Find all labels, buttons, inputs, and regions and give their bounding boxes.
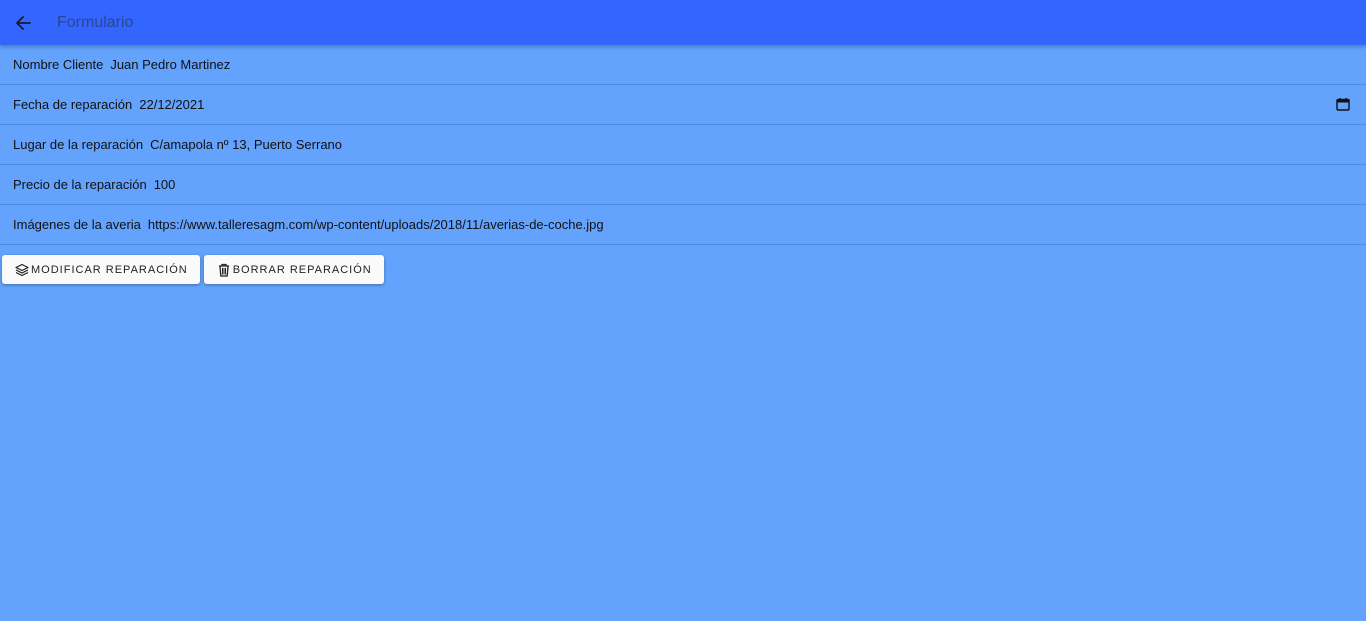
field-row-fecha-reparacion: Fecha de reparación [0,85,1366,125]
field-label-precio-reparacion: Precio de la reparación [13,177,147,192]
field-label-lugar-reparacion: Lugar de la reparación [13,137,144,152]
action-buttons: MODIFICAR REPARACIÓN BORRAR REPARACIÓN [2,255,1366,284]
trash-icon [218,263,229,277]
field-label-nombre-cliente: Nombre Cliente [13,57,104,72]
fecha-reparacion-input[interactable] [139,97,1366,112]
field-label-fecha-reparacion: Fecha de reparación [13,97,133,112]
nombre-cliente-input[interactable] [110,57,1366,72]
precio-reparacion-input[interactable] [153,177,1366,192]
modify-repair-label: MODIFICAR REPARACIÓN [31,263,188,276]
field-row-precio-reparacion: Precio de la reparación [0,165,1366,205]
arrow-back-icon [16,15,31,30]
page-title: Formulario [57,13,134,31]
layers-icon [15,263,29,276]
field-row-lugar-reparacion: Lugar de la reparación [0,125,1366,165]
field-label-imagenes-averia: Imágenes de la averia [13,217,141,232]
back-button[interactable] [13,13,33,33]
delete-repair-label: BORRAR REPARACIÓN [232,263,372,276]
field-row-nombre-cliente: Nombre Cliente [0,45,1366,85]
form-container: Nombre Cliente Fecha de reparación Lugar… [0,45,1366,284]
delete-repair-button[interactable]: BORRAR REPARACIÓN [203,255,384,284]
app-toolbar: Formulario [0,0,1366,45]
calendar-icon[interactable] [1336,97,1350,111]
imagenes-averia-input[interactable] [147,217,1366,232]
modify-repair-button[interactable]: MODIFICAR REPARACIÓN [2,255,200,284]
lugar-reparacion-input[interactable] [150,137,1366,152]
field-row-imagenes-averia: Imágenes de la averia [0,205,1366,245]
